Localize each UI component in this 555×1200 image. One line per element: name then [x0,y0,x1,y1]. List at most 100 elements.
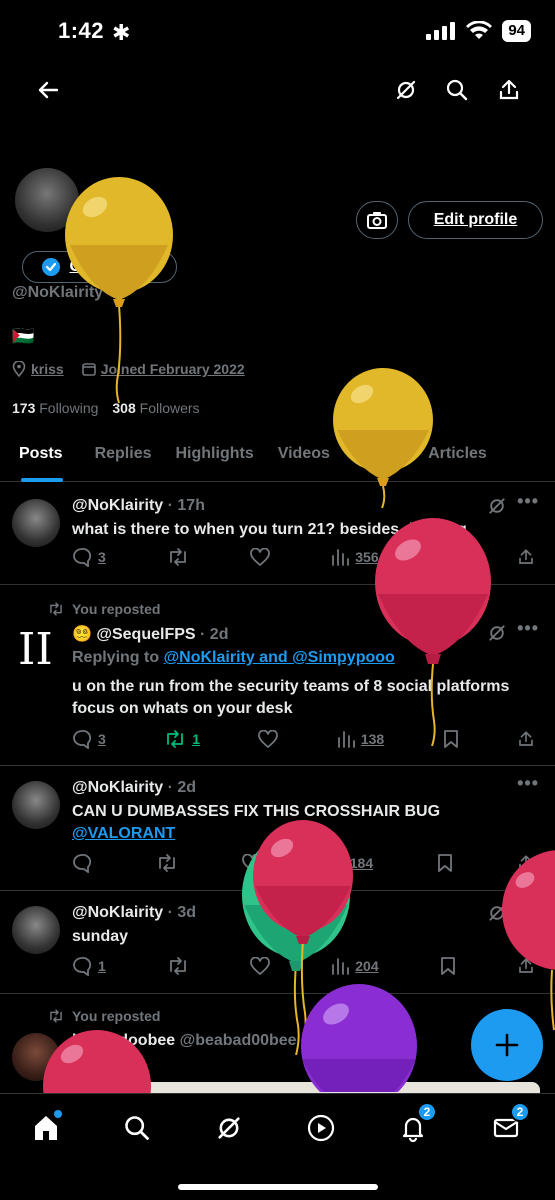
profile-meta: kriss Joined February 2022 [12,361,245,377]
joined-date: Joined February 2022 [100,361,245,377]
plus-icon [495,1033,519,1057]
camera-icon [367,212,387,229]
reply-mentions[interactable]: @NoKlairity and @Simpypooo [164,649,395,666]
views-button[interactable]: 138 [337,730,384,748]
views-icon [332,549,350,566]
tab-photos[interactable]: Photos [342,436,416,482]
reply-button[interactable]: 3 [72,547,106,567]
heart-icon [250,548,271,566]
repost-note: You reposted [48,1008,160,1024]
grok-icon[interactable] [487,903,507,923]
profile-avatar[interactable] [12,165,82,235]
post-text: what is there to when you turn 21? besid… [72,521,467,538]
like-button[interactable] [250,957,271,975]
views-button[interactable]: 204 [331,957,379,975]
notifications-badge: 2 [417,1102,437,1122]
like-button[interactable] [258,730,279,748]
post-avatar[interactable] [12,499,60,547]
home-indicator [178,1184,378,1190]
post-author-name[interactable]: beabadoobee [72,1032,175,1049]
bookmark-button[interactable] [440,547,456,567]
nav-video[interactable] [301,1108,341,1148]
calendar-icon [81,363,96,376]
grok-icon[interactable] [487,496,507,516]
nav-messages[interactable]: 2 [486,1102,530,1148]
reply-button[interactable]: 3 [72,729,106,749]
bookmark-button[interactable] [443,729,459,749]
tab-posts[interactable]: Posts [9,436,73,482]
compose-post-button[interactable] [471,1009,543,1081]
back-arrow-icon[interactable] [34,76,62,104]
get-verified-button[interactable]: Get verified [22,251,177,283]
repost-button[interactable] [156,854,178,872]
location-icon [12,361,26,377]
like-button[interactable] [241,854,262,872]
post-item[interactable]: @NoKlairity · 17h ••• what is there to w… [0,483,555,585]
status-icons: 94 [426,20,531,42]
views-button[interactable]: 184 [326,854,373,872]
profile-handle: @NoKlairity [12,284,104,301]
tab-videos[interactable]: Videos [268,436,340,482]
camera-button[interactable] [356,201,398,239]
tab-highlights[interactable]: Highlights [166,436,264,482]
post-item[interactable]: You reposted II 😵‍💫 @SequelFPS · 2d ••• … [0,586,555,766]
location-link[interactable]: kriss [31,361,64,377]
mention-link[interactable]: @VALORANT [72,823,535,845]
share-post-button[interactable] [517,730,535,748]
like-button[interactable] [250,548,271,566]
post-avatar[interactable] [12,781,60,829]
post-item[interactable]: @NoKlairity · 2d ••• CAN U DUMBASSES FIX… [0,767,555,891]
bookmark-icon [440,548,455,566]
reply-button[interactable]: 1 [72,956,106,976]
repost-button[interactable] [167,548,189,566]
more-options-icon[interactable]: ••• [517,491,539,512]
post-time: · 17h [167,497,205,514]
post-avatar[interactable] [12,1033,60,1081]
sequelfps-avatar-logo[interactable]: II [18,626,53,674]
share-post-button[interactable] [517,854,535,872]
nav-notifications[interactable]: 2 [393,1102,437,1148]
post-actions: 1 204 [72,956,535,976]
post-item[interactable]: @NoKlairity · 3d ••• sunday 1 204 [0,892,555,994]
tab-replies[interactable]: Replies [85,436,162,482]
post-handle[interactable]: @beabad00bee [180,1032,297,1049]
grok-icon [218,1117,240,1139]
views-icon [332,958,350,975]
nav-grok[interactable] [209,1108,249,1148]
nav-home[interactable] [26,1108,66,1148]
post-time: · 2d [200,626,229,643]
nav-search[interactable] [117,1108,157,1148]
repost-button[interactable]: 1 [164,730,200,748]
post-avatar[interactable] [12,906,60,954]
edit-profile-button[interactable]: Edit profile [408,201,543,239]
bookmark-icon [443,730,458,748]
share-post-button[interactable] [517,548,535,566]
repost-button[interactable] [167,957,189,975]
post-handle[interactable]: @NoKlairity [72,497,163,514]
post-text: CAN U DUMBASSES FIX THIS CROSSHAIR BUG @… [72,801,535,845]
post-actions: 184 [72,853,535,873]
post-handle[interactable]: @SequelFPS [96,626,195,643]
more-options-icon[interactable]: ••• [517,618,539,639]
more-options-icon[interactable]: ••• [517,898,539,919]
more-options-icon[interactable]: ••• [517,773,539,794]
views-button[interactable]: 356 [331,548,379,566]
home-notification-dot [54,1110,62,1118]
repost-icon [159,854,175,872]
bookmark-button[interactable] [437,853,453,873]
reply-button[interactable] [72,853,92,873]
tab-articles[interactable]: Articles [418,436,497,482]
followers-link[interactable]: 308 Followers [112,400,199,416]
grok-icon[interactable] [487,623,507,643]
search-icon[interactable] [443,76,471,104]
share-icon[interactable] [495,76,523,104]
flag-emoji: 🇵🇸 [12,326,35,346]
play-icon [307,1114,335,1142]
post-handle[interactable]: @NoKlairity [72,779,163,796]
asterisk-icon: ✱ [112,20,131,45]
post-handle[interactable]: @NoKlairity [72,904,163,921]
grok-icon[interactable] [392,76,420,104]
share-post-button[interactable] [517,957,535,975]
bookmark-button[interactable] [440,956,456,976]
following-link[interactable]: 173 Following [12,400,98,416]
